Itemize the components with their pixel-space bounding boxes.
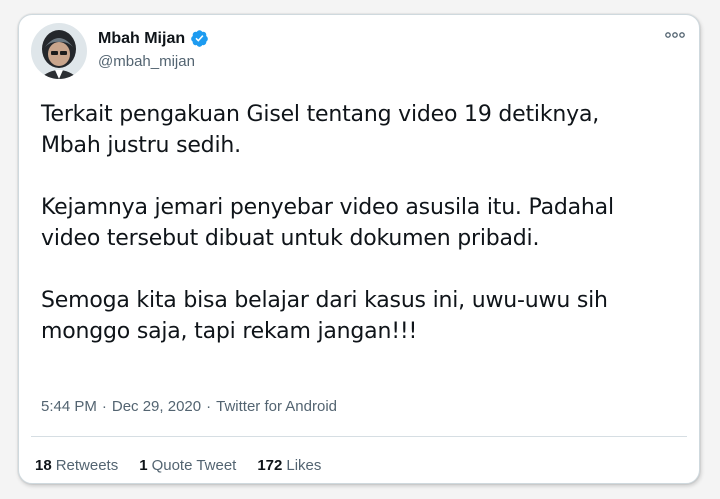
- tweet-source-link[interactable]: Twitter for Android: [216, 398, 337, 415]
- tweet-line: Terkait pengakuan Gisel tentang video 19…: [41, 102, 600, 127]
- more-options-icon[interactable]: [663, 27, 687, 43]
- tweet-line: Mbah justru sedih.: [41, 133, 241, 158]
- divider: [31, 436, 687, 437]
- quote-tweets-label: Quote Tweet: [151, 457, 237, 474]
- retweets-count: 18: [35, 457, 52, 474]
- tweet-meta: 5:44 PM · Dec 29, 2020 · Twitter for And…: [41, 398, 337, 415]
- tweet-line: monggo saja, tapi rekam jangan!!!: [41, 319, 418, 344]
- tweet-card: Mbah Mijan @mbah_mijan Terkait pengakuan…: [18, 14, 700, 484]
- tweet-line: video tersebut dibuat untuk dokumen prib…: [41, 226, 540, 251]
- tweet-body: Terkait pengakuan Gisel tentang video 19…: [41, 99, 681, 347]
- likes-count: 172: [257, 457, 283, 474]
- meta-separator: ·: [101, 398, 107, 415]
- tweet-paragraph: Semoga kita bisa belajar dari kasus ini,…: [41, 285, 681, 347]
- quote-tweets-stat[interactable]: 1 Quote Tweet: [139, 457, 236, 474]
- screenshot-frame: Mbah Mijan @mbah_mijan Terkait pengakuan…: [0, 0, 720, 499]
- tweet-line: Kejamnya jemari penyebar video asusila i…: [41, 195, 614, 220]
- tweet-line: Semoga kita bisa belajar dari kasus ini,…: [41, 288, 608, 313]
- avatar[interactable]: [31, 23, 87, 79]
- author-handle[interactable]: @mbah_mijan: [98, 53, 195, 70]
- tweet-paragraph: Terkait pengakuan Gisel tentang video 19…: [41, 99, 681, 161]
- avatar-image: [31, 23, 87, 79]
- quote-tweets-count: 1: [139, 457, 148, 474]
- likes-label: Likes: [286, 457, 322, 474]
- tweet-date[interactable]: Dec 29, 2020: [112, 398, 201, 415]
- author-name-row: Mbah Mijan: [98, 29, 209, 48]
- meta-separator: ·: [206, 398, 212, 415]
- retweets-stat[interactable]: 18 Retweets: [35, 457, 118, 474]
- retweets-label: Retweets: [55, 457, 119, 474]
- tweet-time[interactable]: 5:44 PM: [41, 398, 97, 415]
- tweet-paragraph: Kejamnya jemari penyebar video asusila i…: [41, 192, 681, 254]
- likes-stat[interactable]: 172 Likes: [257, 457, 321, 474]
- author-display-name[interactable]: Mbah Mijan: [98, 30, 185, 48]
- verified-badge-icon: [190, 29, 209, 48]
- tweet-stats: 18 Retweets 1 Quote Tweet 172 Likes: [35, 457, 321, 474]
